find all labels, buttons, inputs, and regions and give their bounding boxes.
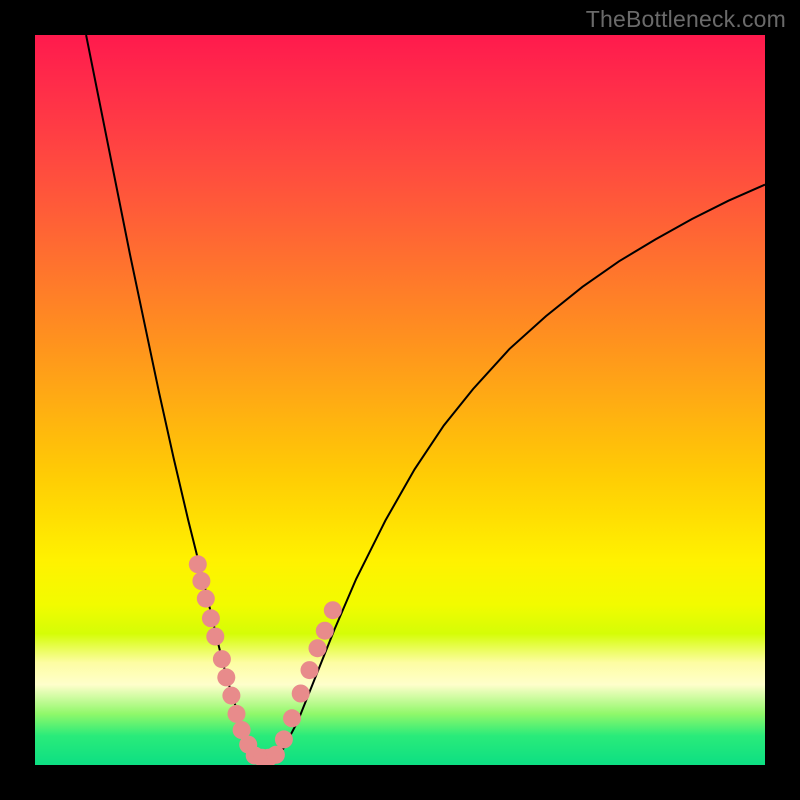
marker-dot	[316, 622, 334, 640]
marker-dot	[324, 601, 342, 619]
marker-dot-group	[189, 555, 342, 765]
marker-dot	[213, 650, 231, 668]
marker-dot	[206, 628, 224, 646]
marker-dot	[275, 730, 293, 748]
marker-dot	[217, 668, 235, 686]
marker-dot	[267, 746, 285, 764]
marker-dot	[192, 572, 210, 590]
marker-dot	[202, 609, 220, 627]
watermark-text: TheBottleneck.com	[586, 6, 786, 33]
marker-dot	[222, 687, 240, 705]
marker-dot	[228, 705, 246, 723]
bottleneck-curve	[86, 35, 765, 758]
marker-dot	[283, 709, 301, 727]
marker-dot	[189, 555, 207, 573]
chart-svg-layer	[35, 35, 765, 765]
marker-dot	[309, 639, 327, 657]
marker-dot	[301, 661, 319, 679]
marker-dot	[197, 590, 215, 608]
chart-outer-frame: TheBottleneck.com	[0, 0, 800, 800]
chart-plot-area	[35, 35, 765, 765]
marker-dot	[292, 685, 310, 703]
